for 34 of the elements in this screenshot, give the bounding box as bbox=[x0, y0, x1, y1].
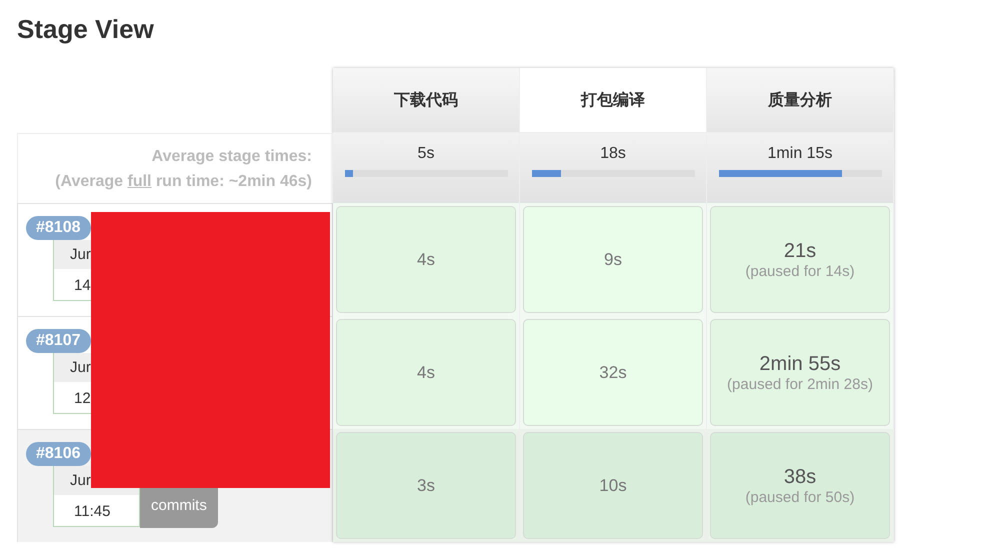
build-time: 11:45 bbox=[54, 495, 139, 526]
stage-average-time: 1min 15s bbox=[768, 145, 832, 163]
page-title: Stage View bbox=[17, 14, 154, 45]
stage-duration-cell[interactable]: 3s bbox=[336, 432, 516, 539]
paused-text: (paused for 50s) bbox=[745, 488, 855, 506]
duration-text: 32s bbox=[599, 362, 627, 382]
stage-duration-cell[interactable]: 4s bbox=[336, 206, 516, 313]
duration-text: 4s bbox=[417, 362, 435, 382]
stage-duration-cell[interactable]: 10s bbox=[523, 432, 703, 539]
average-times-text: Average stage times: (Average full run time: ~2min 46s) bbox=[54, 147, 313, 192]
stage-header: 打包编译 bbox=[520, 68, 706, 133]
duration-text: 4s bbox=[417, 250, 435, 270]
paused-text: (paused for 2min 28s) bbox=[727, 376, 873, 392]
stage-duration-cell[interactable]: 32s bbox=[523, 319, 703, 426]
build-number-badge[interactable]: #8106 bbox=[26, 442, 90, 466]
duration-text: 38s bbox=[784, 466, 816, 488]
stage-duration-cell[interactable]: 38s (paused for 50s) bbox=[710, 432, 890, 539]
stage-average-time: 5s bbox=[418, 145, 434, 163]
stage-average-time: 18s bbox=[600, 145, 626, 163]
commits-label[interactable]: commits bbox=[140, 487, 218, 528]
duration-text: 2min 55s bbox=[759, 352, 841, 376]
stage-duration-cell[interactable]: 4s bbox=[336, 319, 516, 426]
stage-header: 下载代码 bbox=[333, 68, 519, 133]
stage-duration-cell[interactable]: 9s bbox=[523, 206, 703, 313]
duration-text: 9s bbox=[604, 250, 622, 270]
stage-header: 质量分析 bbox=[707, 68, 893, 133]
build-number-badge[interactable]: #8108 bbox=[26, 216, 90, 240]
duration-text: 21s bbox=[784, 240, 816, 262]
stage-duration-cell[interactable]: 2min 55s (paused for 2min 28s) bbox=[710, 319, 890, 426]
duration-text: 10s bbox=[599, 476, 627, 496]
duration-text: 3s bbox=[417, 476, 435, 496]
build-number-badge[interactable]: #8107 bbox=[26, 329, 90, 353]
paused-text: (paused for 14s) bbox=[745, 262, 855, 280]
stage-duration-cell[interactable]: 21s (paused for 14s) bbox=[710, 206, 890, 313]
